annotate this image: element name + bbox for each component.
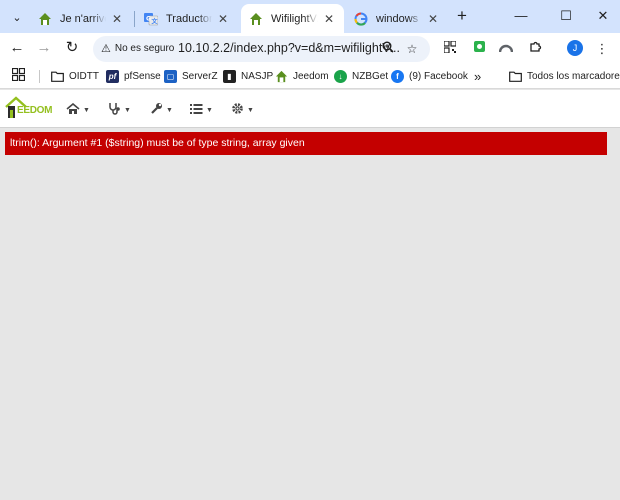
reload-icon: ↻ xyxy=(65,39,79,56)
settings-menu[interactable]: ▼ xyxy=(231,102,254,118)
tab-1[interactable]: G文 Traductor de Google ✕ xyxy=(136,4,238,33)
jeedom-icon xyxy=(249,12,263,26)
bookmark-label: OIDTT xyxy=(69,70,99,82)
minimize-button[interactable]: — xyxy=(510,6,532,26)
svg-text:G: G xyxy=(146,15,151,22)
reload-button[interactable]: ↻ xyxy=(61,38,83,58)
new-tab-button[interactable]: + xyxy=(452,7,472,27)
caret-down-icon: ▼ xyxy=(124,106,131,114)
jeedom-icon xyxy=(275,70,288,83)
tab-title: Traductor de Google xyxy=(166,12,212,25)
home-icon xyxy=(66,102,80,118)
jeedom-logo-text: EEDOM xyxy=(17,105,53,116)
tools-menu[interactable]: ▼ xyxy=(150,102,173,118)
forward-button[interactable]: → xyxy=(33,38,55,58)
bookmark-label: (9) Facebook xyxy=(409,70,468,82)
tab-strip: ⌄ Je n'arrive pas ✕ G文 Traductor de Goog… xyxy=(0,0,620,33)
arc-extension-icon[interactable] xyxy=(496,39,516,59)
arrow-right-icon: → xyxy=(36,39,52,56)
bookmark-nzbget[interactable]: ↓ NZBGet xyxy=(334,68,388,84)
gear-icon xyxy=(231,102,244,118)
pfsense-icon: pf xyxy=(106,69,119,83)
bookmark-pfsense[interactable]: pf pfSense xyxy=(106,68,161,84)
more-vertical-icon[interactable]: ⋮ xyxy=(592,39,612,59)
tab-title: WifilightV2 - Jeedom xyxy=(271,12,318,25)
list-icon xyxy=(190,103,203,118)
address-bar[interactable]: ⚠ No es seguro 10.10.2.2/index.php?v=d&m… xyxy=(93,36,430,62)
jeedom-icon xyxy=(38,12,52,26)
caret-down-icon: ▼ xyxy=(206,106,213,114)
close-icon[interactable]: ✕ xyxy=(216,12,230,26)
bookmark-label: Jeedom xyxy=(293,70,329,82)
security-indicator[interactable]: ⚠ No es seguro xyxy=(101,42,174,55)
jeedom-logo[interactable]: EEDOM xyxy=(5,96,55,122)
bookmark-facebook[interactable]: f (9) Facebook xyxy=(391,68,468,84)
tab-3[interactable]: windows 11 se ✕ xyxy=(346,4,448,33)
close-icon[interactable]: ✕ xyxy=(322,12,336,26)
chevron-down-icon: ⌄ xyxy=(12,11,22,24)
maximize-button[interactable]: ☐ xyxy=(555,6,577,26)
green-extension-icon[interactable] xyxy=(469,39,489,59)
close-icon[interactable]: ✕ xyxy=(426,12,440,26)
all-bookmarks-button[interactable]: Todos los marcadores xyxy=(509,68,620,84)
qr-code-icon[interactable] xyxy=(440,39,460,59)
home-menu[interactable]: ▼ xyxy=(66,102,90,118)
bookmark-divider xyxy=(39,70,40,83)
bookmark-serverz[interactable]: ▢ ServerZ xyxy=(164,68,218,84)
tab-search-button[interactable]: ⌄ xyxy=(6,7,28,27)
caret-down-icon: ▼ xyxy=(166,106,173,114)
page-content: ltrim(): Argument #1 ($string) must be o… xyxy=(0,129,620,500)
serverz-icon: ▢ xyxy=(164,69,177,83)
close-icon[interactable]: ✕ xyxy=(110,12,124,26)
nasjp-icon: ▮ xyxy=(223,69,236,83)
google-icon xyxy=(354,12,368,26)
tab-divider xyxy=(134,11,135,27)
apps-grid-icon xyxy=(11,67,26,84)
caret-down-icon: ▼ xyxy=(247,106,254,114)
bookmark-label: pfSense xyxy=(124,70,161,82)
bookmark-label: Todos los marcadores xyxy=(527,70,620,82)
folder-icon xyxy=(51,70,64,83)
plugins-menu[interactable]: ▼ xyxy=(190,102,213,118)
jeedom-navbar: EEDOM ▼ ▼ ▼ ▼ ▼ xyxy=(0,90,620,128)
arrow-left-icon: ← xyxy=(9,39,25,56)
bookmark-oidtt[interactable]: OIDTT xyxy=(51,68,99,84)
bookmark-jeedom[interactable]: Jeedom xyxy=(275,68,329,84)
tab-title: windows 11 se xyxy=(376,12,422,25)
error-alert: ltrim(): Argument #1 ($string) must be o… xyxy=(5,132,607,155)
caret-down-icon: ▼ xyxy=(83,106,90,114)
nzbget-icon: ↓ xyxy=(334,69,347,83)
url-text[interactable]: 10.10.2.2/index.php?v=d&m=wifilightV... xyxy=(178,41,400,55)
stethoscope-icon xyxy=(108,102,121,118)
close-window-button[interactable]: ✕ xyxy=(592,6,614,26)
warning-icon: ⚠ xyxy=(101,43,111,55)
folder-icon xyxy=(509,70,522,83)
bookmark-star-icon[interactable]: ☆ xyxy=(403,40,421,58)
tab-title: Je n'arrive pas xyxy=(60,12,106,25)
tab-0[interactable]: Je n'arrive pas ✕ xyxy=(30,4,132,33)
svg-text:文: 文 xyxy=(151,17,159,25)
security-label: No es seguro xyxy=(114,43,175,54)
bookmarks-bar: OIDTT pf pfSense ▢ ServerZ ▮ NASJP Jeedo… xyxy=(0,63,620,89)
bookmark-label: ServerZ xyxy=(182,70,218,82)
extensions-puzzle-icon[interactable] xyxy=(525,39,545,59)
profile-avatar[interactable]: J xyxy=(567,40,583,56)
analysis-menu[interactable]: ▼ xyxy=(108,102,131,118)
tab-2[interactable]: WifilightV2 - Jeedom ✕ xyxy=(241,4,344,33)
zoom-icon[interactable] xyxy=(379,40,397,58)
apps-button[interactable] xyxy=(11,67,26,84)
google-translate-icon: G文 xyxy=(144,12,158,26)
browser-toolbar: ← → ↻ ⚠ No es seguro 10.10.2.2/index.php… xyxy=(0,33,620,63)
bookmark-label: NZBGet xyxy=(352,70,389,82)
facebook-icon: f xyxy=(391,69,404,83)
back-button[interactable]: ← xyxy=(6,38,28,58)
wrench-icon xyxy=(150,102,163,118)
bookmark-label: NASJP xyxy=(241,70,274,82)
bookmark-nasjp[interactable]: ▮ NASJP xyxy=(223,68,273,84)
more-bookmarks-button[interactable]: » xyxy=(474,68,481,84)
